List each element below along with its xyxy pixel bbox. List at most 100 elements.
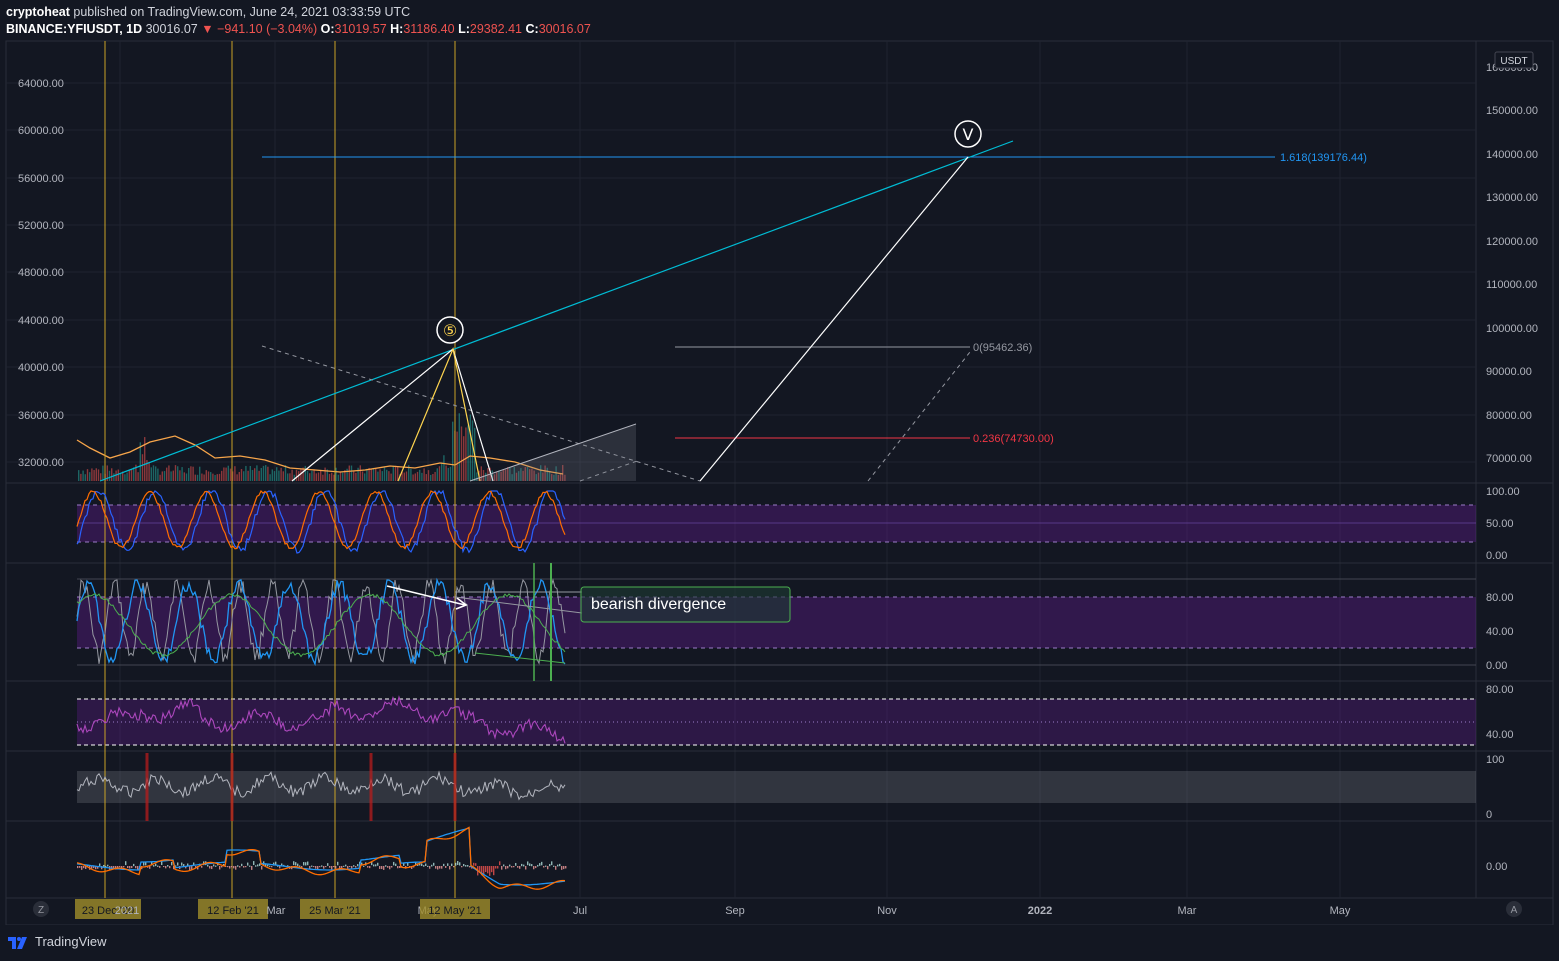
volume-bar bbox=[113, 473, 115, 481]
volume-bar bbox=[78, 470, 80, 481]
macd-hist-bar bbox=[317, 866, 319, 870]
macd-hist-bar bbox=[345, 864, 347, 867]
macd-hist-bar bbox=[565, 866, 567, 869]
chart-canvas[interactable]: ⑤ Ⅴ 1.618(139176.44) 0(95462.36) 0.236(7… bbox=[0, 0, 1559, 925]
macd-hist-bar bbox=[171, 861, 173, 866]
macd-hist-bar bbox=[485, 866, 487, 873]
volume-bar bbox=[405, 471, 408, 481]
macd-hist-bar bbox=[521, 863, 523, 867]
volume-bar bbox=[192, 466, 194, 481]
macd-hist-bar bbox=[439, 866, 441, 869]
volume-bar bbox=[306, 471, 309, 481]
volume-bar bbox=[95, 468, 97, 481]
volume-bar bbox=[388, 471, 390, 481]
tradingview-logo[interactable]: TradingView bbox=[8, 934, 107, 949]
volume-bar bbox=[225, 467, 227, 481]
volume-bar bbox=[251, 470, 254, 481]
volume-bar bbox=[460, 426, 463, 481]
macd-hist-bar bbox=[395, 863, 397, 867]
volume-bar bbox=[397, 466, 399, 481]
volume-bar bbox=[119, 473, 122, 481]
volume-bar bbox=[456, 431, 458, 481]
volume-bar bbox=[320, 469, 322, 481]
volume-bar bbox=[265, 465, 267, 481]
macd-hist-bar bbox=[457, 861, 459, 866]
macd-hist-bar bbox=[503, 864, 505, 867]
right-axis-tick: 90000.00 bbox=[1486, 366, 1532, 378]
volume-bar bbox=[355, 472, 357, 481]
macd-hist-bar bbox=[167, 864, 169, 867]
macd-hist-bar bbox=[155, 863, 157, 867]
macd-hist-bar bbox=[239, 866, 241, 868]
volume-bar bbox=[443, 455, 445, 481]
volume-bar bbox=[212, 473, 214, 481]
volume-bar bbox=[93, 470, 95, 481]
macd-hist-bar bbox=[555, 866, 557, 870]
volume-bar bbox=[348, 465, 350, 481]
volume-bar bbox=[89, 472, 91, 481]
macd-hist-bar bbox=[125, 861, 127, 866]
time-axis-label: 2022 bbox=[1028, 905, 1052, 917]
trend-line-channel[interactable] bbox=[99, 140, 1014, 482]
volume-bar bbox=[97, 469, 100, 481]
macd-hist-bar bbox=[169, 866, 171, 869]
volume-bar bbox=[289, 473, 291, 481]
volume-bar bbox=[331, 472, 333, 481]
volume-bar bbox=[359, 465, 361, 481]
macd-hist-bar bbox=[107, 864, 109, 867]
macd-hist-bar bbox=[473, 862, 475, 866]
volume-bar bbox=[282, 471, 284, 481]
macd-hist-bar bbox=[369, 866, 371, 869]
time-axis-label: 12 Feb '21 bbox=[207, 905, 259, 917]
fib-1618-label: 1.618(139176.44) bbox=[1280, 152, 1367, 164]
volume-bar bbox=[214, 474, 216, 481]
volume-bar bbox=[416, 471, 419, 481]
left-axis-tick: 60000.00 bbox=[18, 125, 64, 137]
zoom-button-label: Z bbox=[38, 905, 44, 916]
macd-hist-bar bbox=[247, 862, 249, 866]
left-axis-tick: 56000.00 bbox=[18, 173, 64, 185]
tradingview-brand: TradingView bbox=[35, 934, 107, 949]
volume-bar bbox=[238, 471, 240, 481]
right-axis-tick: 150000.00 bbox=[1486, 105, 1538, 117]
right-axis-tick: 80000.00 bbox=[1486, 410, 1532, 422]
macd-hist-bar bbox=[261, 866, 263, 870]
volume-bar bbox=[361, 471, 364, 481]
time-axis[interactable]: 23 Dec '20202112 Feb '21Mar25 Mar '21May… bbox=[75, 899, 1351, 919]
time-axis-label: Mar bbox=[267, 905, 286, 917]
annotation-text: bearish divergence bbox=[591, 596, 726, 613]
macd-hist-bar bbox=[541, 861, 543, 866]
macd-hist-bar bbox=[131, 866, 133, 869]
volume-bar bbox=[108, 470, 111, 481]
macd-hist-bar bbox=[233, 866, 235, 869]
macd-hist-bar bbox=[215, 865, 217, 867]
macd-hist-bar bbox=[445, 866, 447, 868]
macd-hist-bar bbox=[209, 866, 211, 869]
volume-bar bbox=[412, 474, 414, 481]
macd-histogram bbox=[77, 861, 567, 876]
macd-hist-bar bbox=[123, 866, 125, 868]
drawings[interactable]: ⑤ Ⅴ 1.618(139176.44) 0(95462.36) 0.236(7… bbox=[99, 120, 1367, 482]
volume-bar bbox=[271, 469, 273, 481]
macd-hist-bar bbox=[129, 866, 131, 869]
currency-label: USDT bbox=[1500, 56, 1527, 67]
volume-bar bbox=[130, 468, 133, 481]
volume-bar bbox=[247, 470, 249, 481]
volume-bar bbox=[205, 470, 207, 481]
volume-bar bbox=[157, 468, 159, 481]
macd-hist-bar bbox=[553, 865, 555, 867]
macd-hist-bar bbox=[135, 866, 137, 869]
pane-axis-tick: 100 bbox=[1486, 754, 1504, 766]
volume-bar bbox=[249, 466, 251, 481]
right-price-axis[interactable]: 160000.00150000.00140000.00130000.001200… bbox=[1486, 62, 1538, 465]
volume-bar bbox=[161, 471, 163, 481]
macd-hist-bar bbox=[499, 861, 501, 866]
macd-hist-bar bbox=[177, 862, 179, 866]
macd-hist-bar bbox=[493, 866, 495, 876]
volume-bar bbox=[383, 467, 386, 481]
volume-bar bbox=[181, 467, 183, 481]
macd-hist-bar bbox=[379, 866, 381, 869]
projection-line[interactable] bbox=[699, 156, 969, 482]
volume-bar bbox=[221, 470, 223, 481]
macd-hist-bar bbox=[557, 864, 559, 867]
